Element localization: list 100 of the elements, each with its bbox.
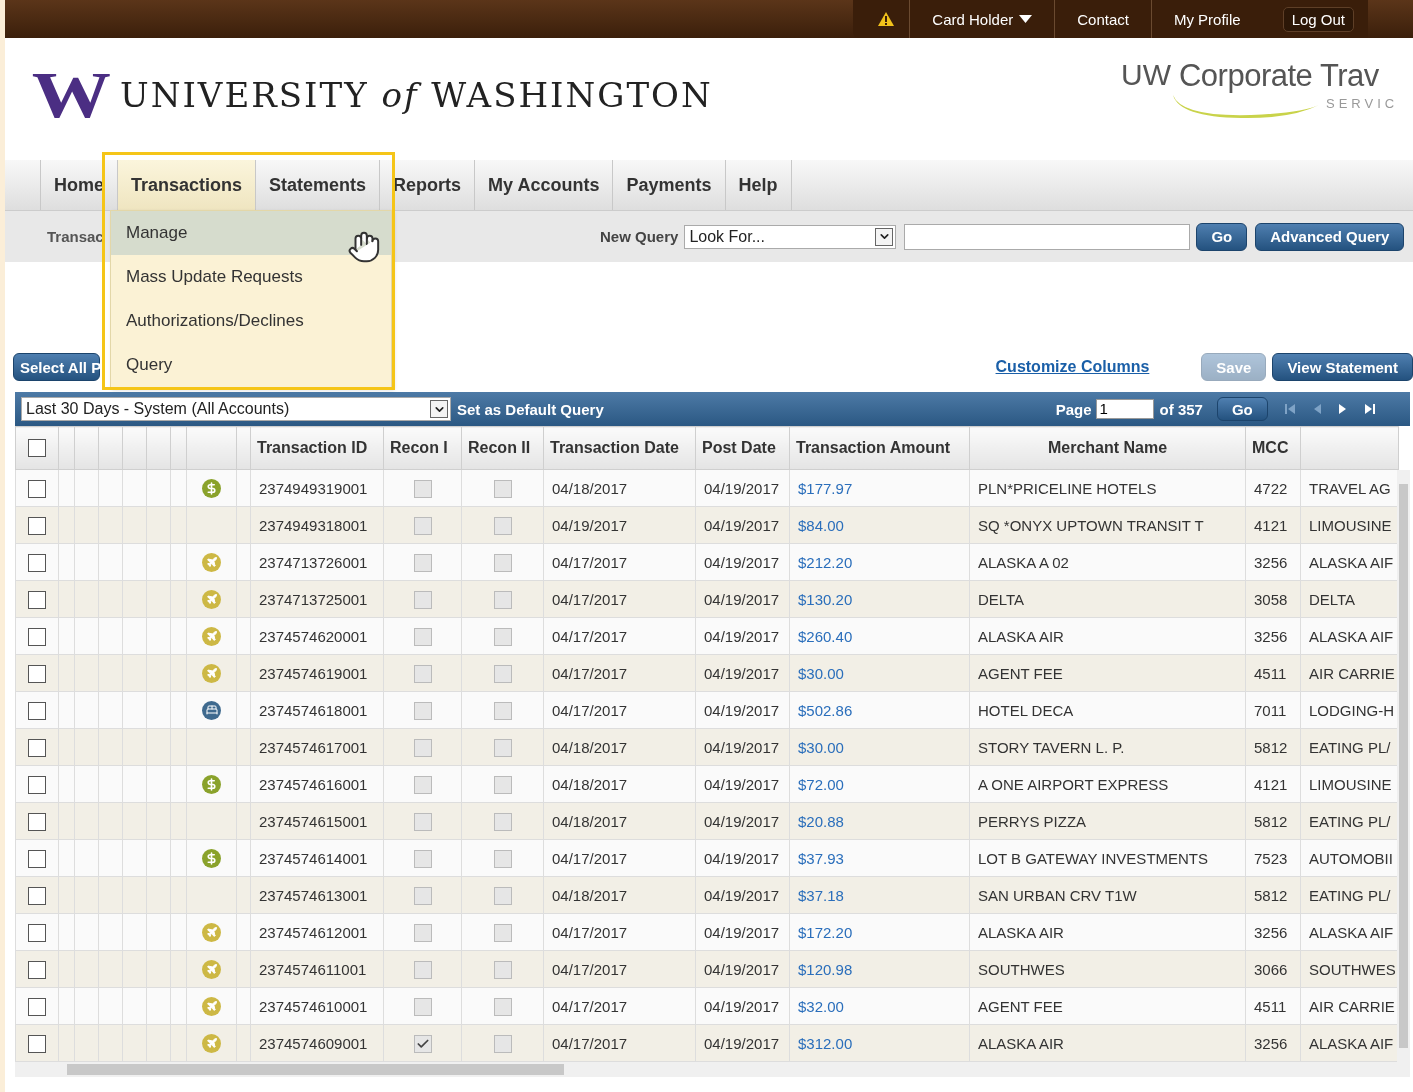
- amount-link[interactable]: $260.40: [798, 627, 853, 645]
- table-cell: 04/17/2017: [552, 923, 628, 941]
- table-cell: 04/19/2017: [704, 701, 780, 719]
- amount-link[interactable]: $177.97: [798, 479, 853, 497]
- table-cell: 4121: [1254, 775, 1288, 793]
- logo-letter: W: [31, 62, 107, 128]
- table-cell: 04/19/2017: [704, 1034, 780, 1052]
- amount-link[interactable]: $32.00: [798, 997, 844, 1015]
- table-cell: AGENT FEE: [978, 664, 1063, 682]
- table-cell: SOUTHWES: [978, 960, 1065, 978]
- table-cell: 2374574609001: [259, 1034, 368, 1052]
- amount-link[interactable]: $37.93: [798, 849, 844, 867]
- table-cell: ALASKA AIR: [978, 923, 1064, 941]
- table-cell: 04/19/2017: [704, 627, 780, 645]
- menu-item[interactable]: Authorizations/Declines: [111, 299, 391, 343]
- menu-item[interactable]: Query: [111, 343, 391, 387]
- table-cell: 2374574615001: [259, 812, 368, 830]
- table-cell: ALASKA AIF: [1309, 627, 1394, 645]
- table-cell: 04/19/2017: [704, 775, 780, 793]
- page-count: of 357: [1159, 400, 1203, 418]
- amount-link[interactable]: $72.00: [798, 775, 844, 793]
- table-cell: 04/18/2017: [552, 479, 628, 497]
- card-holder-menu[interactable]: Card Holder: [909, 0, 1055, 38]
- logout-button[interactable]: Log Out: [1282, 6, 1354, 32]
- table-cell: AUTOMOBII: [1309, 849, 1393, 867]
- page-field[interactable]: 1: [1095, 399, 1154, 419]
- table-cell: 04/19/2017: [704, 738, 780, 756]
- amount-link[interactable]: $502.86: [798, 701, 853, 719]
- amount-link[interactable]: $312.00: [798, 1034, 853, 1052]
- table-cell: DELTA: [978, 590, 1025, 608]
- table-cell: HOTEL DECA: [978, 701, 1074, 719]
- table-cell: 04/17/2017: [552, 701, 628, 719]
- table-cell: PLN*PRICELINE HOTELS: [978, 479, 1157, 497]
- table-cell: LIMOUSINE: [1309, 775, 1392, 793]
- brand-name: Corporate Trav: [1179, 58, 1379, 94]
- table-cell: EATING PL/: [1309, 738, 1391, 756]
- select-all-button[interactable]: Select All P: [13, 353, 100, 381]
- table-cell: LIMOUSINE: [1309, 516, 1392, 534]
- table-cell: 2374574613001: [259, 886, 368, 904]
- table-cell: A ONE AIRPORT EXPRESS: [978, 775, 1169, 793]
- table-cell: 2374574610001: [259, 997, 368, 1015]
- table-cell: 04/19/2017: [704, 997, 780, 1015]
- menu-item[interactable]: Mass Update Requests: [111, 255, 391, 299]
- table-cell: 04/17/2017: [552, 590, 628, 608]
- table-cell: AIR CARRIE: [1309, 664, 1395, 682]
- brand-subtitle: SERVIC: [1326, 96, 1399, 111]
- amount-link[interactable]: $172.20: [798, 923, 853, 941]
- table-cell: 2374713726001: [259, 553, 368, 571]
- advanced-query-button[interactable]: Advanced Query: [1255, 222, 1405, 251]
- top-link[interactable]: Contact: [1054, 0, 1151, 38]
- go-button[interactable]: Go: [1196, 222, 1248, 251]
- table-cell: 04/19/2017: [704, 886, 780, 904]
- amount-link[interactable]: $37.18: [798, 886, 844, 904]
- table-cell: 4722: [1254, 479, 1288, 497]
- top-link[interactable]: My Profile: [1150, 0, 1263, 38]
- nav-tab[interactable]: My Accounts: [475, 160, 614, 210]
- amount-link[interactable]: $84.00: [798, 516, 844, 534]
- nav-tab[interactable]: Payments: [613, 160, 726, 210]
- query-select[interactable]: Last 30 Days - System (All Accounts): [21, 397, 451, 421]
- table-cell: 2374574611001: [259, 960, 367, 978]
- amount-link[interactable]: $120.98: [798, 960, 853, 978]
- column-header: Transaction Date: [543, 426, 696, 470]
- table-cell: 04/18/2017: [552, 812, 628, 830]
- table-cell: SAN URBAN CRV T1W: [978, 886, 1137, 904]
- menu-item[interactable]: Manage: [111, 211, 391, 255]
- column-header: Transaction ID: [250, 426, 384, 470]
- amount-link[interactable]: $20.88: [798, 812, 844, 830]
- table-cell: PERRYS PIZZA: [978, 812, 1087, 830]
- table-cell: ALASKA AIF: [1309, 1034, 1394, 1052]
- table-cell: 2374949319001: [259, 479, 368, 497]
- column-header: MCC: [1245, 426, 1301, 470]
- table-cell: AGENT FEE: [978, 997, 1063, 1015]
- view-statement-button[interactable]: View Statement: [1272, 353, 1413, 381]
- amount-link[interactable]: $212.20: [798, 553, 853, 571]
- table-cell: 04/19/2017: [704, 553, 780, 571]
- table-cell: 04/19/2017: [704, 479, 780, 497]
- amount-link[interactable]: $30.00: [798, 738, 844, 756]
- table-cell: ALASKA AIF: [1309, 923, 1394, 941]
- table-cell: 3256: [1254, 553, 1288, 571]
- table-cell: 2374949318001: [259, 516, 368, 534]
- table-cell: SOUTHWES: [1309, 960, 1396, 978]
- brand-prefix: UW: [1121, 58, 1171, 92]
- table-cell: 04/17/2017: [552, 664, 628, 682]
- table-cell: 04/19/2017: [704, 664, 780, 682]
- nav-tab[interactable]: Transactions: [118, 160, 257, 210]
- amount-link[interactable]: $130.20: [798, 590, 853, 608]
- page-go-button[interactable]: Go: [1216, 397, 1268, 421]
- customize-columns-link[interactable]: Customize Columns: [995, 358, 1150, 376]
- table-cell: EATING PL/: [1309, 886, 1391, 904]
- university-name: UNIVERSITY of WASHINGTON: [120, 75, 713, 115]
- look-for-select[interactable]: Look For...: [684, 224, 897, 249]
- amount-link[interactable]: $30.00: [798, 664, 844, 682]
- table-cell: DELTA: [1309, 590, 1356, 608]
- table-cell: 2374574618001: [259, 701, 368, 719]
- table-cell: 2374574616001: [259, 775, 368, 793]
- column-header: Recon I: [383, 426, 462, 470]
- nav-tab[interactable]: Help: [725, 160, 792, 210]
- table-cell: 5812: [1254, 886, 1288, 904]
- table-cell: 3058: [1254, 590, 1288, 608]
- table-cell: 4511: [1254, 664, 1287, 682]
